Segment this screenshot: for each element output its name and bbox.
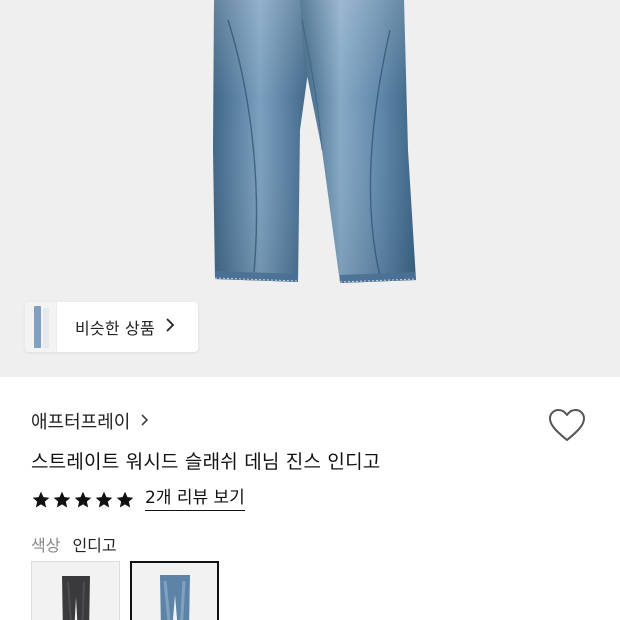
star-filled-icon [116, 491, 134, 507]
color-label: 색상 [31, 536, 61, 555]
star-filled-icon [95, 491, 113, 507]
color-option-row: 색상 인디고 [31, 532, 117, 556]
product-image[interactable]: 비슷한 상품 [0, 0, 620, 377]
brand-name: 애프터프레이 [31, 412, 131, 433]
similar-products-label: 비슷한 상품 [75, 319, 155, 338]
chevron-right-icon [165, 317, 175, 338]
chevron-right-icon [140, 412, 149, 431]
similar-products-button[interactable]: 비슷한 상품 [25, 302, 198, 352]
color-swatch-indigo[interactable] [130, 561, 219, 620]
color-swatch-black[interactable] [31, 561, 120, 620]
reviews-link[interactable]: 2개 리뷰 보기 [145, 488, 245, 511]
star-filled-icon [32, 491, 50, 507]
brand-link[interactable]: 애프터프레이 [31, 408, 149, 434]
product-title: 스트레이트 워시드 슬래쉬 데님 진스 인디고 [31, 451, 381, 473]
rating-row: 2개 리뷰 보기 [31, 488, 245, 511]
similar-product-thumbnail [25, 302, 57, 352]
selected-color-value: 인디고 [72, 536, 117, 555]
star-filled-icon [74, 491, 92, 507]
star-filled-icon [53, 491, 71, 507]
rating-stars [31, 490, 135, 510]
wishlist-heart-icon[interactable] [548, 408, 586, 444]
